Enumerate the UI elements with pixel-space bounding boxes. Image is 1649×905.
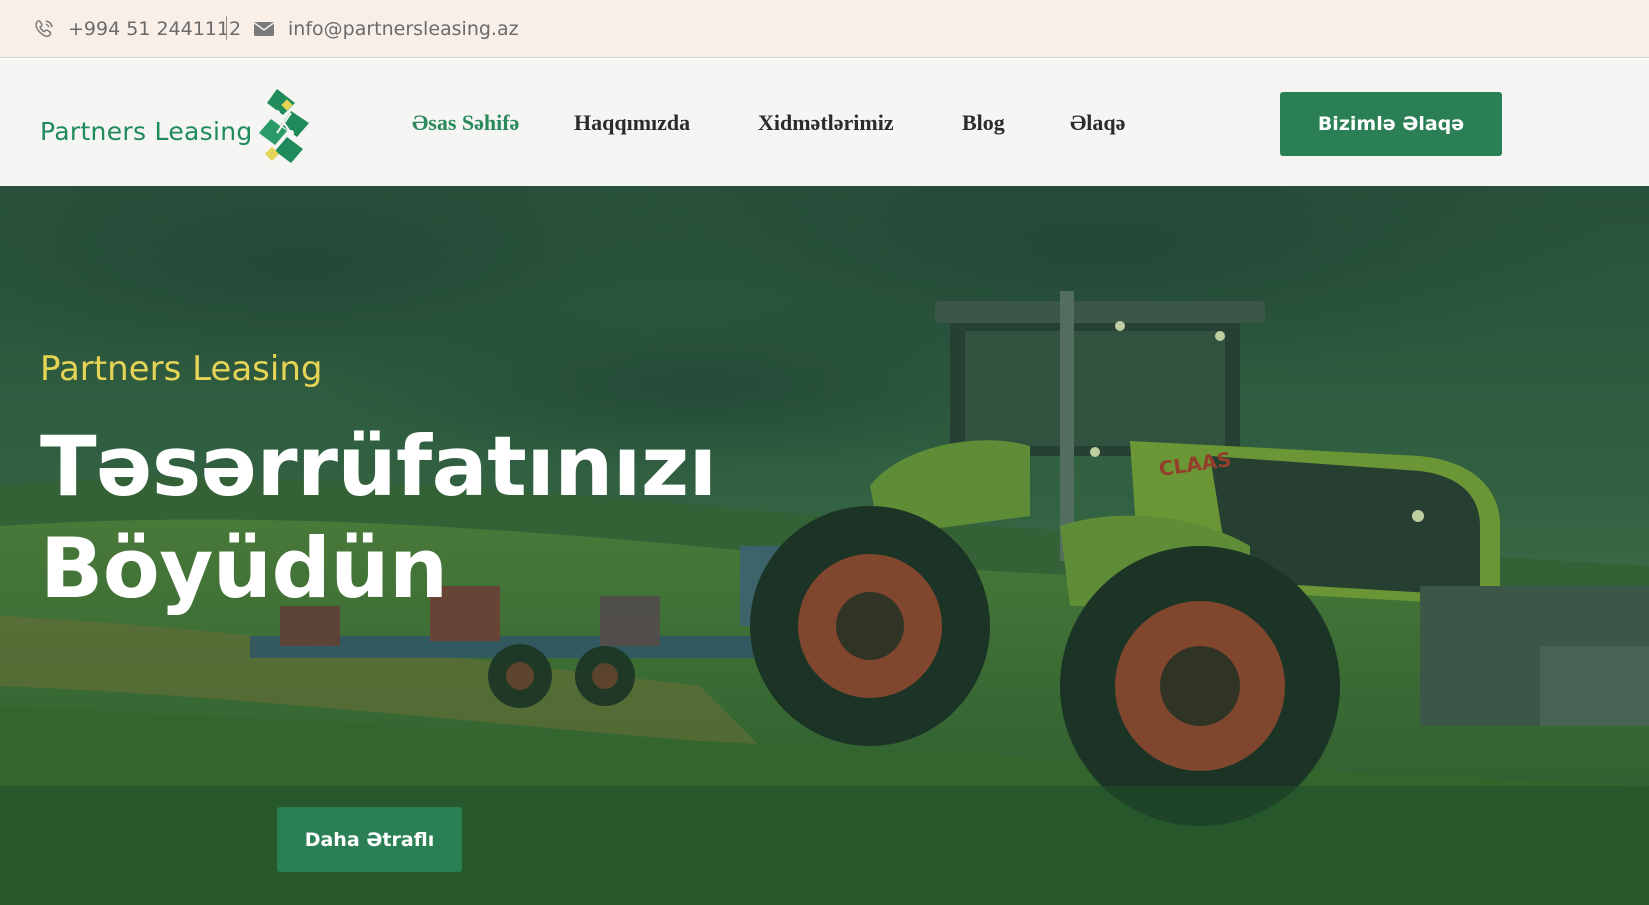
hero-title-line1: Təsərrüfatınızı xyxy=(40,418,717,515)
main-navbar: Partners Leasing Əsas Səhifə Haqqımızda … xyxy=(0,59,1649,186)
hero-eyebrow: Partners Leasing xyxy=(40,349,323,389)
top-info-bar: +994 51 2441112 info@partnersleasing.az xyxy=(0,0,1649,58)
nav-about[interactable]: Haqqımızda xyxy=(574,110,690,136)
hero-section: CLAAS Partners Leasing Təsərrüfatınızı B… xyxy=(0,186,1649,905)
nav-home[interactable]: Əsas Səhifə xyxy=(412,110,519,136)
learn-more-button[interactable]: Daha Ətraflı xyxy=(277,807,462,872)
nav-services[interactable]: Xidmətlərimiz xyxy=(758,110,894,136)
nav-contact[interactable]: Əlaqə xyxy=(1070,110,1125,136)
phone-contact[interactable]: +994 51 2441112 xyxy=(32,0,241,58)
phone-number: +994 51 2441112 xyxy=(68,18,242,40)
envelope-icon xyxy=(252,17,276,41)
contact-us-button[interactable]: Bizimlə Əlaqə xyxy=(1280,92,1502,156)
divider xyxy=(226,16,227,40)
nav-blog[interactable]: Blog xyxy=(962,110,1005,136)
hero-title: Təsərrüfatınızı Böyüdün xyxy=(40,416,760,620)
email-contact[interactable]: info@partnersleasing.az xyxy=(252,0,519,58)
logo-mark-icon xyxy=(258,89,309,163)
phone-icon xyxy=(32,17,56,41)
hero-title-line2: Böyüdün xyxy=(40,520,448,617)
logo[interactable]: Partners Leasing xyxy=(40,87,313,167)
email-address: info@partnersleasing.az xyxy=(288,18,519,40)
logo-text: Partners Leasing xyxy=(40,116,253,146)
